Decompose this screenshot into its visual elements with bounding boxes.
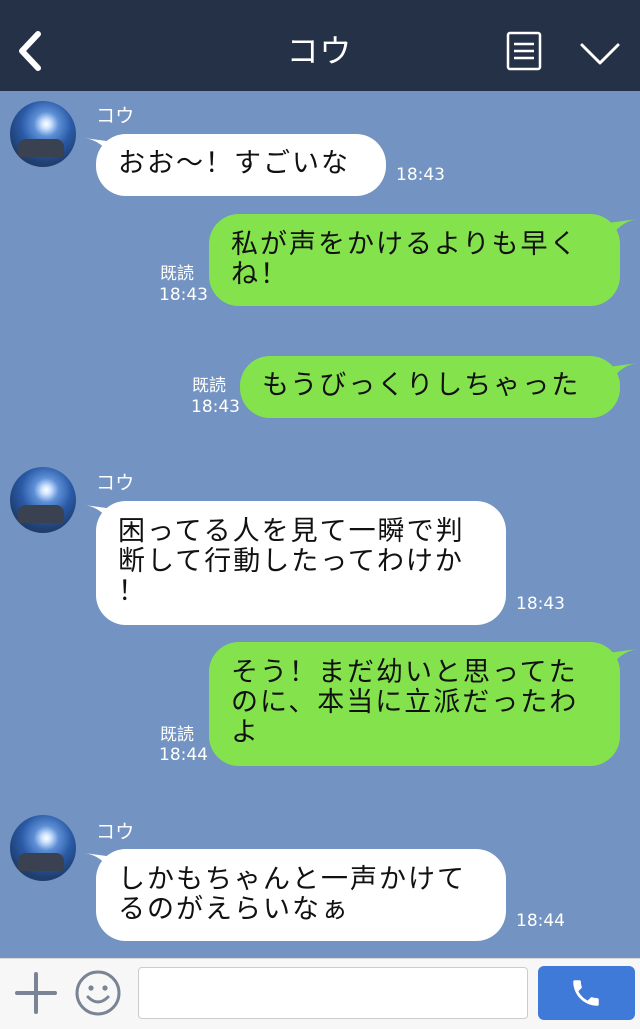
message-time: 18:43 xyxy=(191,397,240,417)
message-text: もうびっくりしちゃった xyxy=(262,370,581,401)
message-text: 困ってる人を見て一瞬で判 断して行動したってわけか ！ xyxy=(118,516,465,607)
message-composer xyxy=(0,958,640,1029)
chat-header: コウ xyxy=(0,0,640,91)
sender-name: コウ xyxy=(96,105,136,127)
message-list[interactable]: コウ おお〜！すごいな 18:43 私が声をかけるよりも早く ね！ 既読 18:… xyxy=(0,91,640,958)
plus-icon[interactable] xyxy=(14,971,58,1015)
message-time: 18:43 xyxy=(516,594,565,614)
message-bubble-incoming[interactable]: しかもちゃんと一声かけて るのがえらいなぁ xyxy=(96,849,506,941)
message-bubble-outgoing[interactable]: そう！まだ幼いと思ってた のに、本当に立派だったわ よ xyxy=(209,642,620,766)
message-text: おお〜！すごいな xyxy=(118,148,350,179)
contact-avatar[interactable] xyxy=(10,815,76,881)
sender-name: コウ xyxy=(96,472,136,494)
message-bubble-outgoing[interactable]: 私が声をかけるよりも早く ね！ xyxy=(209,214,620,306)
chevron-down-icon[interactable] xyxy=(578,38,622,68)
call-button[interactable] xyxy=(538,966,635,1020)
smiley-icon[interactable] xyxy=(74,969,122,1017)
phone-icon xyxy=(573,980,599,1006)
message-text: そう！まだ幼いと思ってた のに、本当に立派だったわ よ xyxy=(231,657,579,748)
message-time: 18:43 xyxy=(396,165,445,185)
sender-name: コウ xyxy=(96,821,136,843)
message-time: 18:44 xyxy=(159,745,208,765)
contact-avatar[interactable] xyxy=(10,101,76,167)
message-bubble-incoming[interactable]: 困ってる人を見て一瞬で判 断して行動したってわけか ！ xyxy=(96,501,506,625)
message-text: しかもちゃんと一声かけて るのがえらいなぁ xyxy=(118,864,466,925)
message-bubble-incoming[interactable]: おお〜！すごいな xyxy=(96,134,386,196)
read-receipt: 既読 xyxy=(192,376,226,396)
contact-avatar[interactable] xyxy=(10,467,76,533)
message-bubble-outgoing[interactable]: もうびっくりしちゃった xyxy=(240,356,620,418)
message-input[interactable] xyxy=(138,967,528,1019)
read-receipt: 既読 xyxy=(160,264,194,284)
read-receipt: 既読 xyxy=(160,725,194,745)
chat-title: コウ xyxy=(286,32,354,70)
list-icon[interactable] xyxy=(506,31,542,71)
message-time: 18:44 xyxy=(516,911,565,931)
message-time: 18:43 xyxy=(159,285,208,305)
message-text: 私が声をかけるよりも早く ね！ xyxy=(231,229,579,290)
